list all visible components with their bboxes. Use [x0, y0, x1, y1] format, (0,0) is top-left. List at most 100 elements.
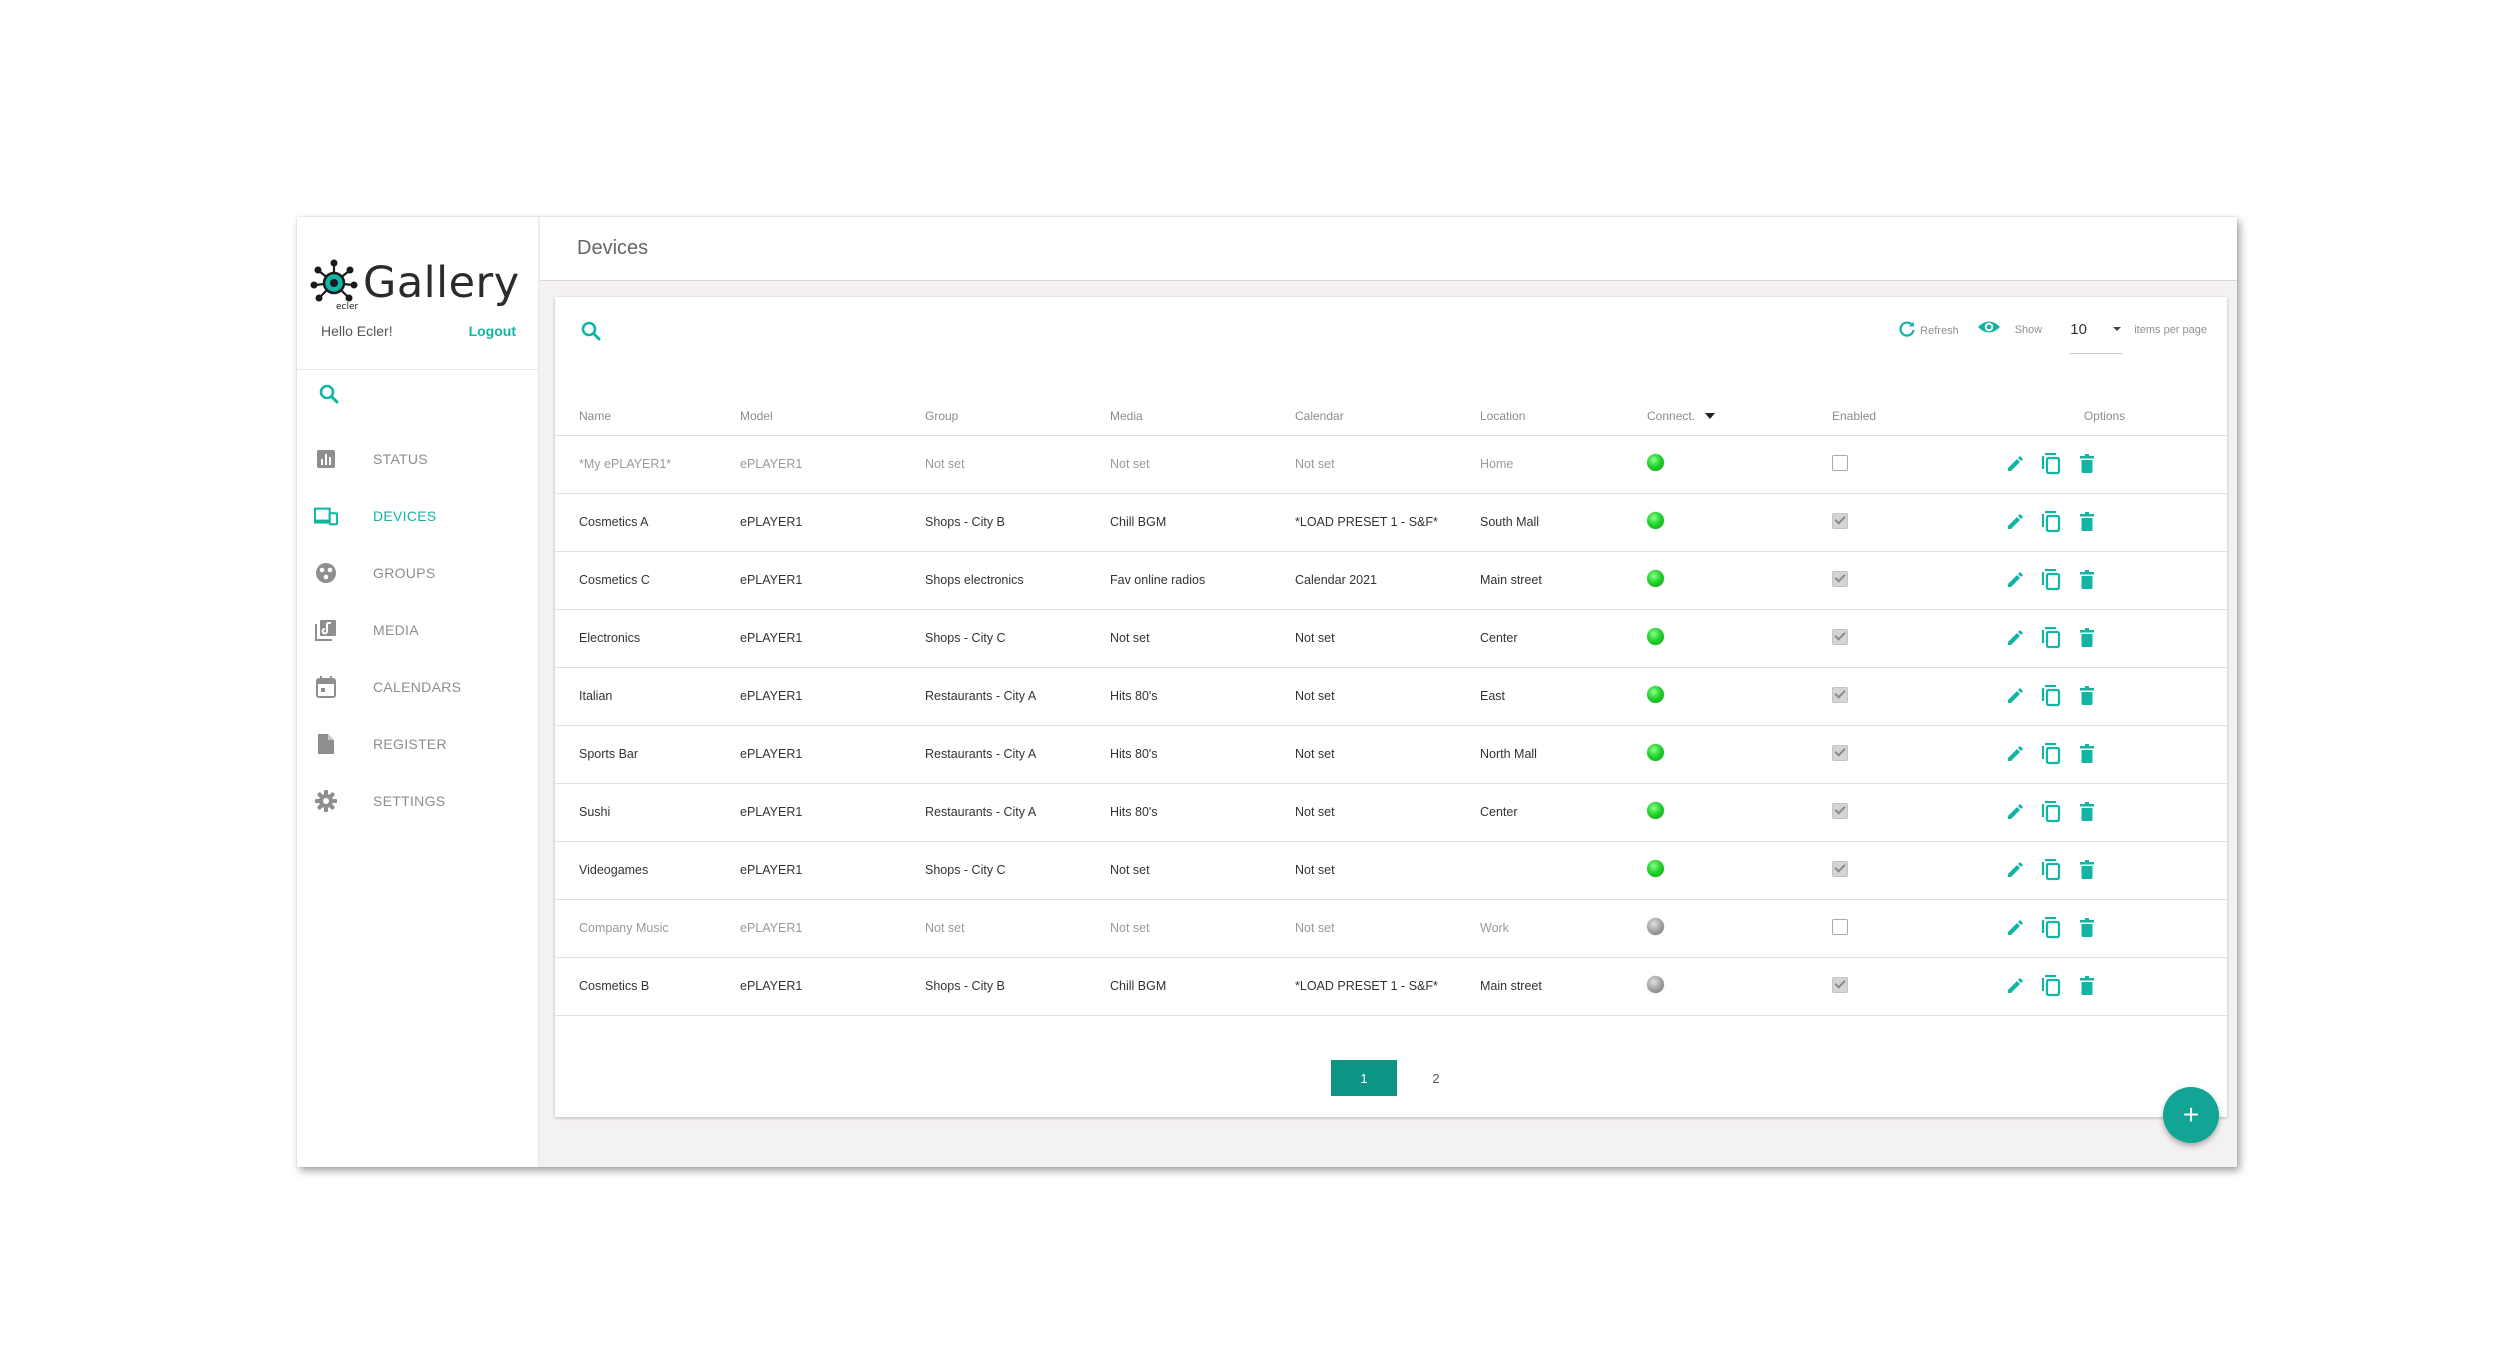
- page-button-current[interactable]: 1: [1331, 1060, 1397, 1096]
- table-row[interactable]: Cosmetics CePLAYER1 Shops electronics Fav …: [555, 551, 2227, 610]
- edit-icon[interactable]: [2002, 742, 2027, 767]
- devices-card: Refresh Show 10 items per page Name Mode…: [555, 297, 2227, 1117]
- table-row[interactable]: Company Music ePLAYER1 Not set Not set Not s…: [555, 899, 2227, 958]
- cell-group: Shops - City C: [925, 841, 1110, 900]
- column-header-model[interactable]: Model: [740, 397, 925, 436]
- column-header-calendar[interactable]: Calendar: [1295, 397, 1480, 436]
- delete-icon[interactable]: [2074, 974, 2099, 999]
- enabled-checkbox[interactable]: [1832, 976, 1848, 993]
- duplicate-icon[interactable]: [2038, 510, 2063, 535]
- column-header-group[interactable]: Group: [925, 397, 1110, 436]
- cell-location: Main street: [1480, 551, 1647, 610]
- duplicate-icon[interactable]: [2038, 626, 2063, 651]
- online-status-icon: [1647, 802, 1664, 819]
- cell-options: [1982, 899, 2227, 958]
- delete-icon[interactable]: [2074, 452, 2099, 477]
- table-search-icon[interactable]: [579, 319, 603, 343]
- duplicate-icon[interactable]: [2038, 684, 2063, 709]
- enabled-checkbox[interactable]: [1832, 454, 1848, 471]
- offline-status-icon: [1647, 976, 1664, 993]
- logo-text: Gallery: [363, 258, 520, 308]
- sidebar-item-devices[interactable]: DEVICES: [297, 487, 539, 544]
- cell-calendar: Not set: [1295, 783, 1480, 842]
- delete-icon[interactable]: [2074, 626, 2099, 651]
- app-window: ecler Gallery Hello Ecler! Logout STATUS…: [297, 217, 2237, 1167]
- enabled-checkbox[interactable]: [1832, 802, 1848, 819]
- duplicate-icon[interactable]: [2038, 568, 2063, 593]
- delete-icon[interactable]: [2074, 800, 2099, 825]
- table-row[interactable]: Cosmetics AePLAYER1 Shops - City B Chill B…: [555, 493, 2227, 552]
- delete-icon[interactable]: [2074, 568, 2099, 593]
- enabled-checkbox[interactable]: [1832, 860, 1848, 877]
- sidebar-item-settings[interactable]: SETTINGS: [297, 772, 539, 829]
- duplicate-icon[interactable]: [2038, 742, 2063, 767]
- table-row[interactable]: Videogames ePLAYER1 Shops - City C Not set N…: [555, 841, 2227, 900]
- edit-icon[interactable]: [2002, 916, 2027, 941]
- cell-model: ePLAYER1: [740, 783, 925, 842]
- table-row[interactable]: Italian ePLAYER1 Restaurants - City A Hits …: [555, 667, 2227, 726]
- delete-icon[interactable]: [2074, 916, 2099, 941]
- enabled-checkbox[interactable]: [1832, 628, 1848, 645]
- edit-icon[interactable]: [2002, 800, 2027, 825]
- cell-location: Center: [1480, 609, 1647, 668]
- table-row[interactable]: Electronics ePLAYER1 Shops - City C Not set…: [555, 609, 2227, 668]
- eye-icon[interactable]: [1977, 319, 2001, 340]
- enabled-checkbox[interactable]: [1832, 918, 1848, 935]
- edit-icon[interactable]: [2002, 452, 2027, 477]
- column-header-options: Options: [1982, 397, 2227, 436]
- duplicate-icon[interactable]: [2038, 452, 2063, 477]
- cell-model: ePLAYER1: [740, 435, 925, 494]
- sidebar-item-status[interactable]: STATUS: [297, 430, 539, 487]
- cell-group: Shops - City B: [925, 493, 1110, 552]
- duplicate-icon[interactable]: [2038, 974, 2063, 999]
- cell-media: Hits 80's: [1110, 725, 1295, 784]
- cell-name: Sushi: [555, 783, 740, 842]
- page-button[interactable]: 2: [1421, 1060, 1451, 1096]
- enabled-checkbox[interactable]: [1832, 512, 1848, 529]
- items-per-page-select[interactable]: 10: [2070, 316, 2123, 354]
- column-header-connect[interactable]: Connect.: [1647, 397, 1832, 436]
- delete-icon[interactable]: [2074, 742, 2099, 767]
- edit-icon[interactable]: [2002, 510, 2027, 535]
- sidebar-item-media[interactable]: MEDIA: [297, 601, 539, 658]
- column-header-name[interactable]: Name: [555, 397, 740, 436]
- sidebar-item-register[interactable]: REGISTER: [297, 715, 539, 772]
- delete-icon[interactable]: [2074, 684, 2099, 709]
- edit-icon[interactable]: [2002, 568, 2027, 593]
- enabled-checkbox[interactable]: [1832, 744, 1848, 761]
- sidebar-item-calendars[interactable]: CALENDARS: [297, 658, 539, 715]
- delete-icon[interactable]: [2074, 510, 2099, 535]
- table-row[interactable]: Sports Bar ePLAYER1 Restaurants - City A Hi…: [555, 725, 2227, 784]
- table-row[interactable]: Sushi ePLAYER1 Restaurants - City A Hits 80…: [555, 783, 2227, 842]
- sidebar-item-groups[interactable]: GROUPS: [297, 544, 539, 601]
- column-header-location[interactable]: Location: [1480, 397, 1647, 436]
- page-title: Devices: [577, 237, 649, 259]
- cell-group: Shops electronics: [925, 551, 1110, 610]
- enabled-checkbox[interactable]: [1832, 686, 1848, 703]
- duplicate-icon[interactable]: [2038, 858, 2063, 883]
- duplicate-icon[interactable]: [2038, 916, 2063, 941]
- column-header-enabled[interactable]: Enabled: [1832, 397, 1982, 436]
- cell-model: ePLAYER1: [740, 899, 925, 958]
- sidebar: ecler Gallery Hello Ecler! Logout STATUS…: [297, 217, 539, 1167]
- cell-calendar: Not set: [1295, 435, 1480, 494]
- edit-icon[interactable]: [2002, 858, 2027, 883]
- edit-icon[interactable]: [2002, 684, 2027, 709]
- edit-icon[interactable]: [2002, 626, 2027, 651]
- refresh-button[interactable]: Refresh: [1898, 320, 1959, 341]
- table-row[interactable]: Cosmetics BePLAYER1 Shops - City B Chill B…: [555, 957, 2227, 1016]
- add-device-button[interactable]: +: [2163, 1087, 2219, 1143]
- logo: ecler Gallery: [309, 255, 520, 312]
- delete-icon[interactable]: [2074, 858, 2099, 883]
- table-toolbar: Refresh Show 10 items per page: [1898, 316, 2207, 356]
- duplicate-icon[interactable]: [2038, 800, 2063, 825]
- logout-link[interactable]: Logout: [469, 323, 516, 339]
- enabled-checkbox[interactable]: [1832, 570, 1848, 587]
- table-row[interactable]: *My ePLAYER1* ePLAYER1 Not set Not set Not s…: [555, 435, 2227, 494]
- column-header-media[interactable]: Media: [1110, 397, 1295, 436]
- cell-enabled: [1832, 493, 1982, 552]
- cell-connection: [1647, 899, 1832, 958]
- sidebar-search-icon[interactable]: [317, 382, 341, 406]
- cell-calendar: Not set: [1295, 899, 1480, 958]
- edit-icon[interactable]: [2002, 974, 2027, 999]
